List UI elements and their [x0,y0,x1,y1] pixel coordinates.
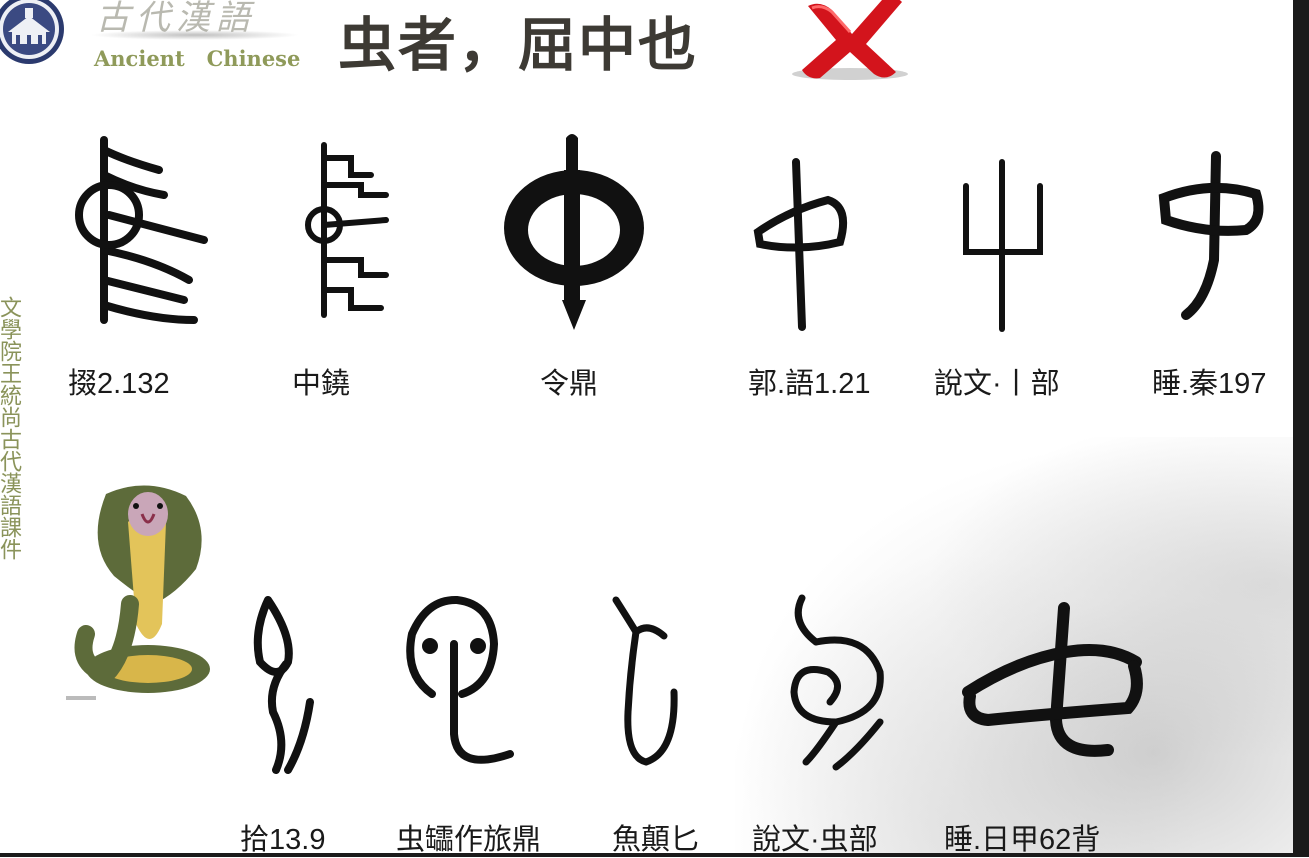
window-bottom-edge [0,853,1309,857]
glyph-chong-4 [776,592,892,772]
university-seal-icon [0,0,66,66]
glyph-chong-3 [608,592,690,768]
glyph-chong-2 [402,594,514,780]
caption-6: 睡.秦197 [1152,368,1267,400]
glyph-zhong-2 [296,140,400,320]
caption-10: 說文·虫部 [752,824,878,856]
red-cross-icon [790,0,920,84]
caption-8: 虫𦉢作旅鼎 [396,824,542,856]
caption-4: 郭.語1.21 [748,368,871,400]
caption-3: 令鼎 [540,368,599,400]
caption-5: 說文·丨部 [934,368,1060,400]
glyph-zhong-1 [64,130,210,330]
caption-2: 中鐃 [292,368,351,400]
glyph-chong-1 [248,592,318,776]
caption-7: 拾13.9 [240,824,326,856]
caption-9: 魚顛匕 [612,824,700,856]
glyph-chong-5 [958,600,1148,770]
glyph-zhong-3 [498,130,650,334]
glyph-zhong-6 [1156,150,1266,320]
window-right-edge [1293,0,1309,857]
brand-english-title: Ancient Chinese [94,46,301,71]
cobra-illustration [66,484,216,706]
glyph-zhong-4 [750,152,854,332]
caption-11: 睡.日甲62背 [944,824,1101,856]
slide-title: 虫者，屈中也 [338,11,699,79]
sidebar-vertical-text: 文學院王統尚古代漢語課件 [0,296,21,560]
glyph-zhong-5 [958,154,1048,334]
caption-1: 掇2.132 [68,368,170,400]
brand-shadow [90,30,300,40]
